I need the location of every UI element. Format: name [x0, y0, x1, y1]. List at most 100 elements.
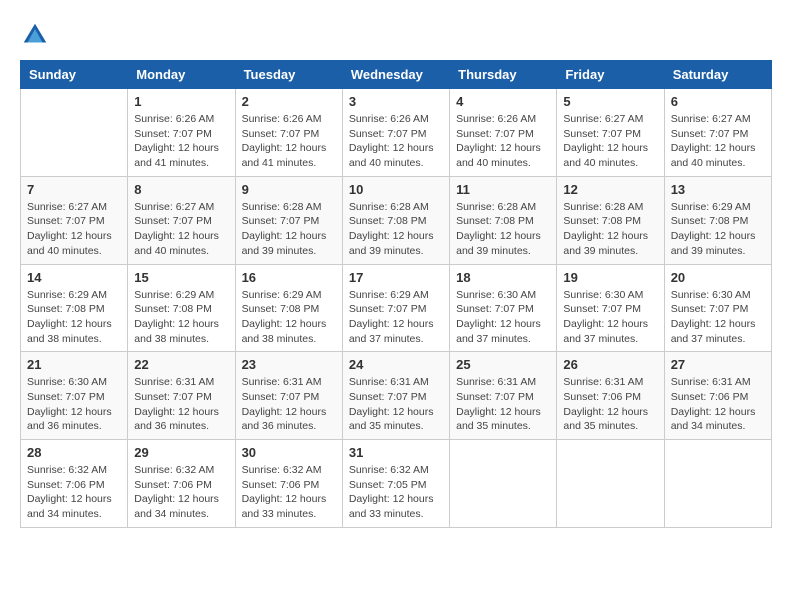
day-number: 23: [242, 357, 336, 372]
day-info: Sunrise: 6:31 AM Sunset: 7:07 PM Dayligh…: [134, 375, 228, 434]
day-number: 7: [27, 182, 121, 197]
column-header-monday: Monday: [128, 61, 235, 89]
page-header: [20, 20, 772, 50]
day-info: Sunrise: 6:30 AM Sunset: 7:07 PM Dayligh…: [27, 375, 121, 434]
calendar-cell: 7Sunrise: 6:27 AM Sunset: 7:07 PM Daylig…: [21, 176, 128, 264]
calendar-week-1: 1 Sunrise: 6:26 AM Sunset: 7:07 PM Daylig…: [21, 89, 772, 177]
calendar-cell: 20 Sunrise: 6:30 AM Sunset: 7:07 PM Dayli…: [664, 264, 771, 352]
day-number: 28: [27, 445, 121, 460]
day-number: 16: [242, 270, 336, 285]
calendar-cell: 3 Sunrise: 6:26 AM Sunset: 7:07 PM Daylig…: [342, 89, 449, 177]
day-number: 1: [134, 94, 228, 109]
day-number: 2: [242, 94, 336, 109]
calendar-header-row: SundayMondayTuesdayWednesdayThursdayFrid…: [21, 61, 772, 89]
day-number: 4: [456, 94, 550, 109]
day-number: 30: [242, 445, 336, 460]
day-info: Sunrise: 6:29 AM Sunset: 7:08 PM Dayligh…: [671, 200, 765, 259]
calendar-cell: 23 Sunrise: 6:31 AM Sunset: 7:07 PM Dayli…: [235, 352, 342, 440]
day-number: 3: [349, 94, 443, 109]
calendar-week-2: 7 Sunrise: 6:27 AM Sunset: 7:07 PM Daylig…: [21, 176, 772, 264]
calendar-cell: 11 Sunrise: 6:28 AM Sunset: 7:08 PM Dayli…: [450, 176, 557, 264]
day-info: Sunrise: 6:30 AM Sunset: 7:07 PM Dayligh…: [456, 288, 550, 347]
calendar-cell: 30 Sunrise: 6:32 AM Sunset: 7:06 PM Dayli…: [235, 440, 342, 528]
column-header-sunday: Sunday: [21, 61, 128, 89]
day-number: 25: [456, 357, 550, 372]
day-number: 11: [456, 182, 550, 197]
day-info: Sunrise: 6:26 AM Sunset: 7:07 PM Dayligh…: [349, 112, 443, 171]
calendar-cell: 22 Sunrise: 6:31 AM Sunset: 7:07 PM Dayli…: [128, 352, 235, 440]
day-number: 5: [563, 94, 657, 109]
day-info: Sunrise: 6:30 AM Sunset: 7:07 PM Dayligh…: [671, 288, 765, 347]
day-info: Sunrise: 6:29 AM Sunset: 7:08 PM Dayligh…: [134, 288, 228, 347]
day-number: 31: [349, 445, 443, 460]
calendar-cell: 8 Sunrise: 6:27 AM Sunset: 7:07 PM Daylig…: [128, 176, 235, 264]
day-info: Sunrise: 6:30 AM Sunset: 7:07 PM Dayligh…: [563, 288, 657, 347]
day-number: 26: [563, 357, 657, 372]
calendar-cell: [557, 440, 664, 528]
day-info: Sunrise: 6:28 AM Sunset: 7:07 PM Dayligh…: [242, 200, 336, 259]
day-number: 13: [671, 182, 765, 197]
day-number: 22: [134, 357, 228, 372]
calendar-cell: 17 Sunrise: 6:29 AM Sunset: 7:07 PM Dayli…: [342, 264, 449, 352]
day-info: Sunrise: 6:32 AM Sunset: 7:06 PM Dayligh…: [134, 463, 228, 522]
day-info: Sunrise: 6:32 AM Sunset: 7:06 PM Dayligh…: [27, 463, 121, 522]
day-number: 17: [349, 270, 443, 285]
calendar-cell: 2 Sunrise: 6:26 AM Sunset: 7:07 PM Daylig…: [235, 89, 342, 177]
column-header-thursday: Thursday: [450, 61, 557, 89]
calendar-cell: [21, 89, 128, 177]
day-info: Sunrise: 6:31 AM Sunset: 7:07 PM Dayligh…: [242, 375, 336, 434]
day-info: Sunrise: 6:32 AM Sunset: 7:06 PM Dayligh…: [242, 463, 336, 522]
day-number: 12: [563, 182, 657, 197]
calendar-cell: 16Sunrise: 6:29 AM Sunset: 7:08 PM Dayli…: [235, 264, 342, 352]
day-number: 29: [134, 445, 228, 460]
calendar-cell: 5 Sunrise: 6:27 AM Sunset: 7:07 PM Daylig…: [557, 89, 664, 177]
day-number: 18: [456, 270, 550, 285]
calendar-cell: 18 Sunrise: 6:30 AM Sunset: 7:07 PM Dayli…: [450, 264, 557, 352]
day-info: Sunrise: 6:28 AM Sunset: 7:08 PM Dayligh…: [349, 200, 443, 259]
column-header-tuesday: Tuesday: [235, 61, 342, 89]
day-number: 9: [242, 182, 336, 197]
day-info: Sunrise: 6:29 AM Sunset: 7:07 PM Dayligh…: [349, 288, 443, 347]
calendar-cell: 10Sunrise: 6:28 AM Sunset: 7:08 PM Dayli…: [342, 176, 449, 264]
calendar-cell: 6Sunrise: 6:27 AM Sunset: 7:07 PM Daylig…: [664, 89, 771, 177]
logo-icon: [20, 20, 50, 50]
logo: [20, 20, 54, 50]
calendar-cell: 1 Sunrise: 6:26 AM Sunset: 7:07 PM Daylig…: [128, 89, 235, 177]
calendar-week-4: 21 Sunrise: 6:30 AM Sunset: 7:07 PM Dayli…: [21, 352, 772, 440]
calendar-cell: 9 Sunrise: 6:28 AM Sunset: 7:07 PM Daylig…: [235, 176, 342, 264]
day-info: Sunrise: 6:28 AM Sunset: 7:08 PM Dayligh…: [563, 200, 657, 259]
day-info: Sunrise: 6:31 AM Sunset: 7:06 PM Dayligh…: [563, 375, 657, 434]
day-info: Sunrise: 6:31 AM Sunset: 7:07 PM Dayligh…: [349, 375, 443, 434]
day-number: 14: [27, 270, 121, 285]
calendar-cell: 15Sunrise: 6:29 AM Sunset: 7:08 PM Dayli…: [128, 264, 235, 352]
day-info: Sunrise: 6:26 AM Sunset: 7:07 PM Dayligh…: [134, 112, 228, 171]
day-info: Sunrise: 6:28 AM Sunset: 7:08 PM Dayligh…: [456, 200, 550, 259]
calendar-cell: 21 Sunrise: 6:30 AM Sunset: 7:07 PM Dayli…: [21, 352, 128, 440]
calendar-cell: 24 Sunrise: 6:31 AM Sunset: 7:07 PM Dayli…: [342, 352, 449, 440]
calendar-cell: 14 Sunrise: 6:29 AM Sunset: 7:08 PM Dayli…: [21, 264, 128, 352]
day-info: Sunrise: 6:31 AM Sunset: 7:07 PM Dayligh…: [456, 375, 550, 434]
day-info: Sunrise: 6:27 AM Sunset: 7:07 PM Dayligh…: [134, 200, 228, 259]
column-header-wednesday: Wednesday: [342, 61, 449, 89]
calendar-cell: 12 Sunrise: 6:28 AM Sunset: 7:08 PM Dayli…: [557, 176, 664, 264]
calendar: SundayMondayTuesdayWednesdayThursdayFrid…: [20, 60, 772, 528]
calendar-cell: 25 Sunrise: 6:31 AM Sunset: 7:07 PM Dayli…: [450, 352, 557, 440]
day-number: 19: [563, 270, 657, 285]
day-number: 8: [134, 182, 228, 197]
day-info: Sunrise: 6:31 AM Sunset: 7:06 PM Dayligh…: [671, 375, 765, 434]
day-number: 24: [349, 357, 443, 372]
calendar-cell: 26 Sunrise: 6:31 AM Sunset: 7:06 PM Dayli…: [557, 352, 664, 440]
calendar-cell: 13 Sunrise: 6:29 AM Sunset: 7:08 PM Dayli…: [664, 176, 771, 264]
day-number: 6: [671, 94, 765, 109]
column-header-friday: Friday: [557, 61, 664, 89]
day-info: Sunrise: 6:26 AM Sunset: 7:07 PM Dayligh…: [456, 112, 550, 171]
calendar-week-5: 28 Sunrise: 6:32 AM Sunset: 7:06 PM Dayli…: [21, 440, 772, 528]
calendar-cell: 28 Sunrise: 6:32 AM Sunset: 7:06 PM Dayli…: [21, 440, 128, 528]
day-number: 21: [27, 357, 121, 372]
day-info: Sunrise: 6:26 AM Sunset: 7:07 PM Dayligh…: [242, 112, 336, 171]
day-number: 20: [671, 270, 765, 285]
day-info: Sunrise: 6:29 AM Sunset: 7:08 PM Dayligh…: [27, 288, 121, 347]
calendar-cell: [664, 440, 771, 528]
day-info: Sunrise: 6:27 AM Sunset: 7:07 PM Dayligh…: [563, 112, 657, 171]
calendar-cell: 4 Sunrise: 6:26 AM Sunset: 7:07 PM Daylig…: [450, 89, 557, 177]
